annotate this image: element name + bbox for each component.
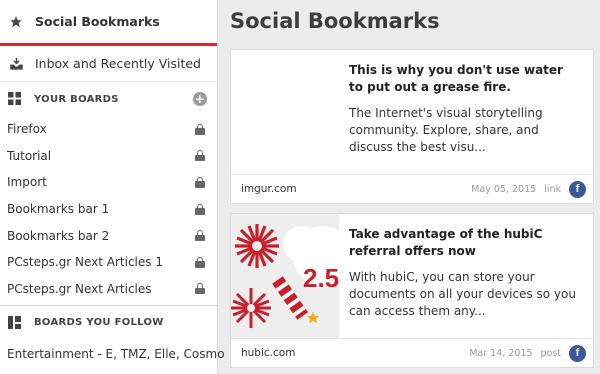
card-description: The Internet's visual storytelling commu… [349,106,543,154]
board-label: Tutorial [7,148,52,163]
page-title: Social Bookmarks [230,9,440,33]
svg-text:2.5: 2.5 [303,263,339,293]
nav-social-bookmarks-label: Social Bookmarks [35,14,160,29]
board-label: Bookmarks bar 1 [7,202,110,217]
board-label: Bookmarks bar 2 [7,228,110,243]
card-date: May 05, 2015 [471,183,537,195]
board-label: PCsteps.gr Next Articles [7,281,152,296]
add-board-icon[interactable]: + [193,92,207,106]
lock-icon [195,283,205,295]
main-content: Social Bookmarks This is why you don't u… [219,0,600,374]
board-item[interactable]: PCsteps.gr Next Articles 1 [0,249,217,276]
lock-icon [195,256,205,268]
lock-icon [195,123,205,135]
card-kind: link [544,183,561,195]
grid-icon [8,92,22,106]
board-item[interactable]: Bookmarks bar 1 [0,196,217,223]
boards-you-follow-heading: BOARDS YOU FOLLOW [34,317,164,329]
lock-icon [195,150,205,162]
board-item[interactable]: Bookmarks bar 2 [0,222,217,249]
card-description: With hubiC, you can store your documents… [349,270,576,318]
board-item[interactable]: Tutorial [0,143,217,170]
facebook-icon[interactable]: f [569,344,586,362]
bookmark-card[interactable]: 2.5 Take advantage of the hubiC referral… [230,213,594,368]
nav-inbox[interactable]: Inbox and Recently Visited [0,46,217,82]
board-item[interactable]: Firefox [0,116,217,143]
card-title[interactable]: This is why you don't use water to put o… [349,62,579,96]
card-title[interactable]: Take advantage of the hubiC referral off… [349,226,579,260]
board-label: PCsteps.gr Next Articles 1 [7,255,163,270]
bookmark-card[interactable]: This is why you don't use water to put o… [230,49,594,204]
lock-icon [195,230,205,242]
card-domain[interactable]: hubic.com [241,347,469,359]
lock-icon [195,203,205,215]
board-label: Import [7,175,47,190]
nav-social-bookmarks[interactable]: Social Bookmarks [0,0,217,46]
nav-inbox-label: Inbox and Recently Visited [35,56,201,71]
star-icon [8,14,24,30]
facebook-icon[interactable]: f [569,180,586,198]
board-item[interactable]: PCsteps.gr Next Articles [0,276,217,303]
board-item[interactable]: Import [0,169,217,196]
your-boards-heading: YOUR BOARDS [34,93,119,105]
boards-you-follow-header: BOARDS YOU FOLLOW [0,305,217,339]
board-follow-icon [8,315,22,330]
board-label: Firefox [7,122,47,137]
card-thumbnail-empty [231,50,339,174]
card-domain[interactable]: imgur.com [241,183,471,195]
card-date: Mar 14, 2015 [469,347,533,359]
followed-board-label: Entertainment - E, TMZ, Elle, Cosmo [7,347,225,362]
card-thumbnail: 2.5 [231,214,353,338]
inbox-icon [8,56,24,72]
your-boards-header: YOUR BOARDS + [0,82,217,116]
sidebar: Social Bookmarks Inbox and Recently Visi… [0,0,225,374]
card-kind: post [540,347,561,359]
lock-icon [195,176,205,188]
followed-board-item[interactable]: Entertainment - E, TMZ, Elle, Cosmo [0,339,225,369]
